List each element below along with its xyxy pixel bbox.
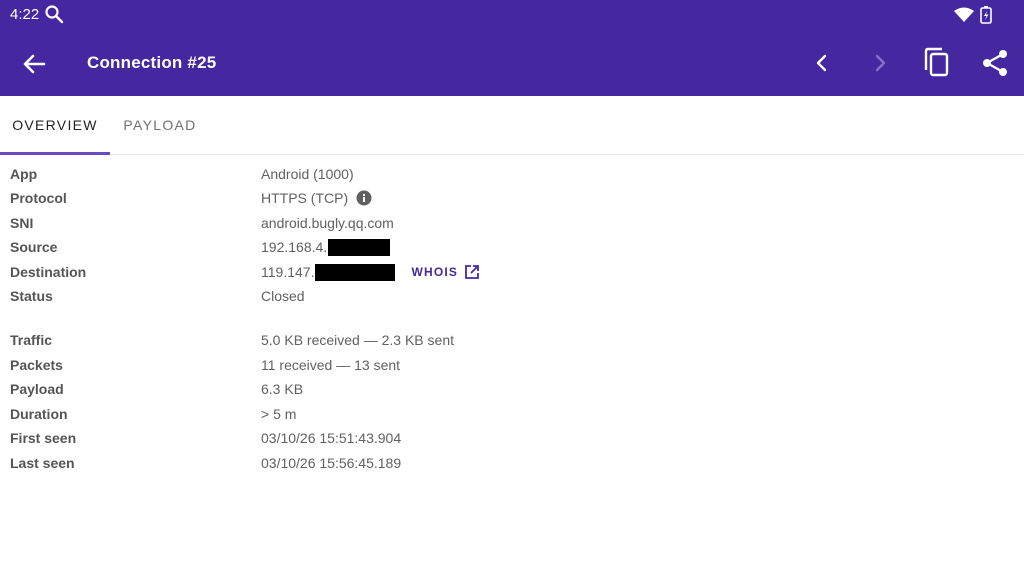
- detail-row-first-seen: First seen 03/10/26 15:51:43.904: [0, 428, 1024, 450]
- detail-label: Duration: [10, 406, 68, 422]
- detail-value: Closed: [261, 286, 305, 306]
- sni-value: android.bugly.qq.com: [261, 215, 394, 231]
- first-seen-value: 03/10/26 15:51:43.904: [261, 430, 402, 446]
- detail-label: Traffic: [10, 332, 53, 348]
- detail-row-destination: Destination 119.147. WHOIS: [0, 262, 1024, 284]
- redaction-block: [328, 238, 391, 256]
- detail-row-traffic: Traffic 5.0 KB received — 2.3 KB sent: [0, 330, 1024, 352]
- payload-value: 6.3 KB: [261, 381, 304, 397]
- detail-row-app: App Android (1000): [0, 164, 1024, 186]
- tab-indicator: [0, 152, 110, 155]
- protocol-value: HTTPS (TCP): [261, 190, 349, 206]
- detail-value: 192.168.4.: [261, 237, 391, 257]
- whois-label: WHOIS: [411, 265, 459, 279]
- copy-icon[interactable]: [922, 47, 952, 79]
- detail-label: App: [10, 166, 38, 182]
- share-icon[interactable]: [980, 48, 1010, 78]
- info-icon[interactable]: [356, 190, 372, 206]
- detail-value: android.bugly.qq.com: [261, 213, 394, 233]
- app-header: 4:22 Connection #25: [0, 0, 1024, 96]
- detail-value: HTTPS (TCP): [261, 188, 372, 208]
- detail-label: Packets: [10, 357, 63, 373]
- detail-value: 03/10/26 15:51:43.904: [261, 428, 401, 448]
- packets-value: 11 received — 13 sent: [261, 357, 401, 373]
- detail-label: Last seen: [10, 455, 75, 471]
- detail-row-status: Status Closed: [0, 286, 1024, 308]
- detail-value: 119.147. WHOIS: [261, 262, 480, 282]
- search-icon: [45, 5, 64, 24]
- tab-bar: OVERVIEW PAYLOAD: [0, 96, 1024, 155]
- tab-payload[interactable]: PAYLOAD: [110, 96, 210, 154]
- open-external-icon: [465, 265, 480, 279]
- detail-row-packets: Packets 11 received — 13 sent: [0, 355, 1024, 377]
- tab-overview[interactable]: OVERVIEW: [0, 96, 110, 154]
- detail-label: Destination: [10, 264, 87, 280]
- detail-row-source: Source 192.168.4.: [0, 237, 1024, 259]
- detail-value: 11 received — 13 sent: [261, 355, 400, 375]
- whois-link[interactable]: WHOIS: [411, 262, 480, 282]
- page-title: Connection #25: [87, 53, 217, 72]
- chevron-right-icon: [875, 54, 886, 72]
- detail-row-protocol: Protocol HTTPS (TCP): [0, 188, 1024, 210]
- detail-label: Source: [10, 239, 58, 255]
- detail-row-last-seen: Last seen 03/10/26 15:56:45.189: [0, 453, 1024, 475]
- detail-label: Status: [10, 288, 53, 304]
- detail-value: 5.0 KB received — 2.3 KB sent: [261, 330, 454, 350]
- wifi-icon: [954, 7, 974, 22]
- detail-value: 03/10/26 15:56:45.189: [261, 453, 401, 473]
- detail-value: 6.3 KB: [261, 379, 303, 399]
- detail-label: Protocol: [10, 190, 67, 206]
- detail-label: First seen: [10, 430, 77, 446]
- last-seen-value: 03/10/26 15:56:45.189: [261, 455, 402, 471]
- detail-value: > 5 m: [261, 404, 296, 424]
- status-time: 4:22: [10, 6, 40, 23]
- redaction-block: [315, 263, 396, 281]
- battery-charging-icon: [980, 6, 992, 24]
- duration-value: > 5 m: [261, 406, 297, 422]
- back-arrow-icon[interactable]: [20, 50, 48, 78]
- chevron-left-icon[interactable]: [810, 50, 834, 76]
- status-value: Closed: [261, 288, 305, 304]
- source-value: 192.168.4.: [261, 239, 328, 255]
- detail-row-sni: SNI android.bugly.qq.com: [0, 213, 1024, 235]
- detail-label: SNI: [10, 215, 34, 231]
- traffic-value: 5.0 KB received — 2.3 KB sent: [261, 332, 454, 348]
- detail-value: Android (1000): [261, 164, 354, 184]
- app-value: Android (1000): [261, 166, 354, 182]
- detail-label: Payload: [10, 381, 64, 397]
- destination-value: 119.147.: [261, 264, 315, 280]
- detail-row-duration: Duration > 5 m: [0, 404, 1024, 426]
- detail-row-payload: Payload 6.3 KB: [0, 379, 1024, 401]
